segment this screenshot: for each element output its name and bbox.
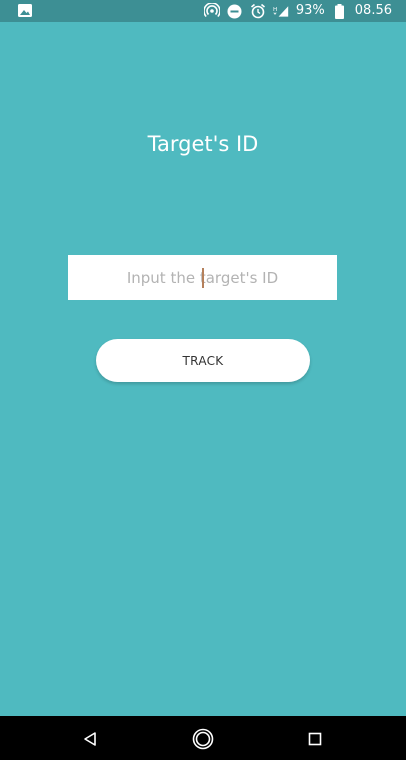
battery-percent: 93% xyxy=(295,3,325,18)
text-caret xyxy=(202,268,204,288)
track-button[interactable]: TRACK xyxy=(96,339,310,382)
back-icon[interactable] xyxy=(79,728,101,750)
status-icons: H 93% 08.56 xyxy=(203,0,392,22)
status-bar: H 93% 08.56 xyxy=(0,0,406,22)
home-icon[interactable] xyxy=(192,728,214,750)
app-screen: H 93% 08.56 Target's ID TRACK xyxy=(0,0,406,760)
alarm-icon xyxy=(250,3,266,19)
hotspot-icon xyxy=(203,3,220,19)
recents-icon[interactable] xyxy=(304,728,326,750)
svg-text:H: H xyxy=(273,7,277,13)
battery-icon xyxy=(332,3,348,19)
signal-icon: H xyxy=(273,3,289,19)
navigation-bar xyxy=(0,716,406,760)
page-title: Target's ID xyxy=(147,132,259,156)
image-icon xyxy=(18,4,32,17)
clock: 08.56 xyxy=(354,3,392,18)
do-not-disturb-icon xyxy=(227,3,243,19)
